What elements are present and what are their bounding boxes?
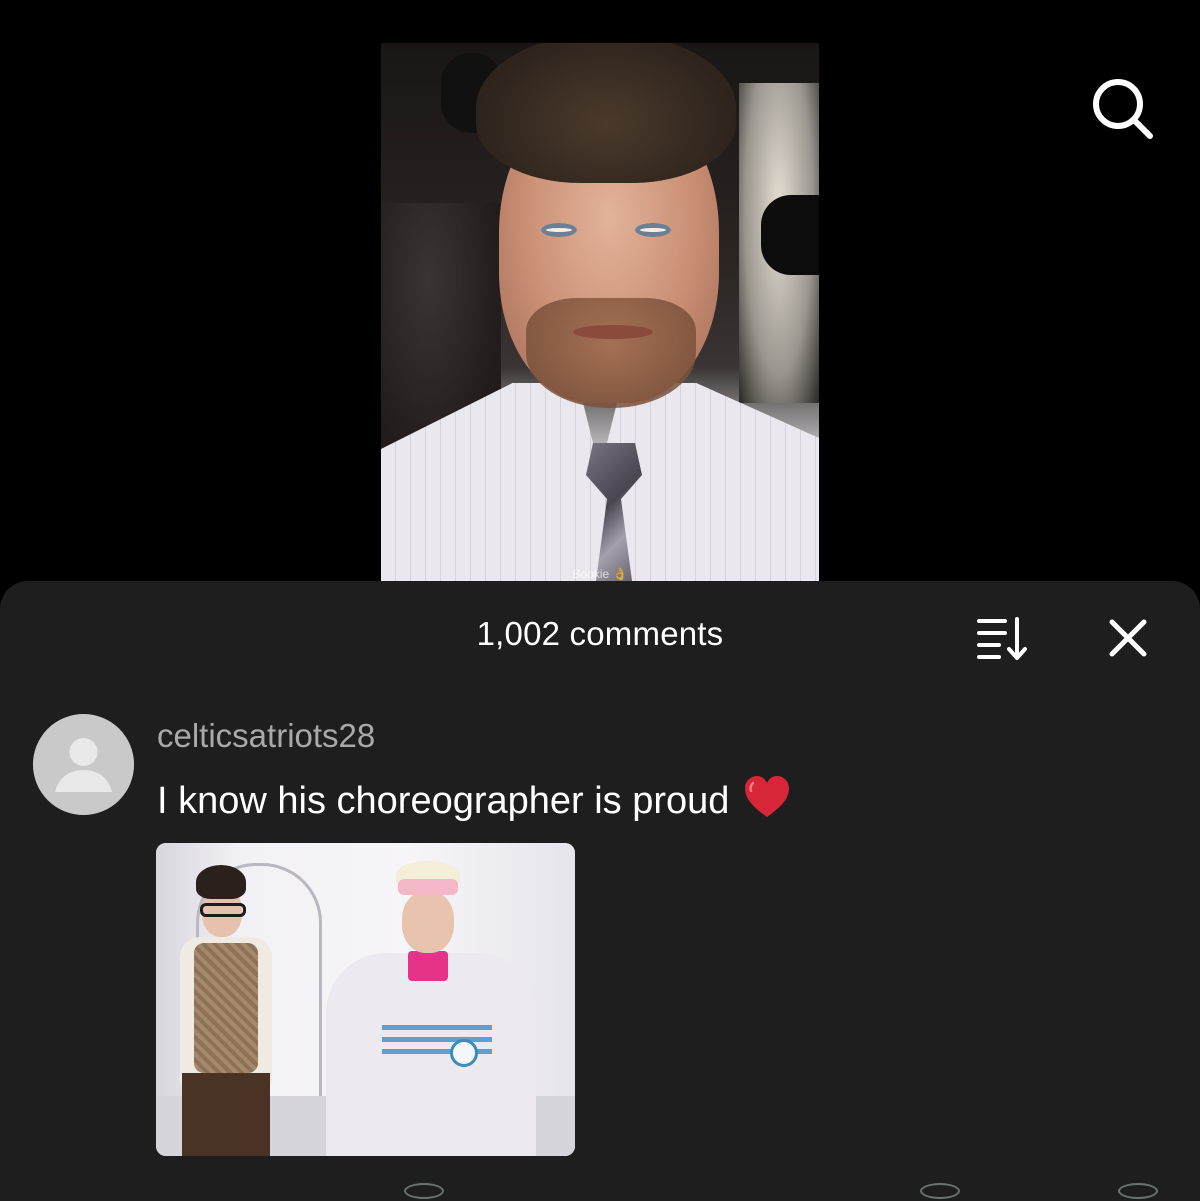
next-row-hint	[404, 1183, 444, 1199]
comment-text: I know his choreographer is proud	[157, 775, 791, 829]
video-player[interactable]: Bookie 👌	[381, 43, 819, 583]
avatar[interactable]	[33, 714, 134, 815]
search-button[interactable]	[1088, 74, 1156, 142]
video-subject-eye	[541, 223, 577, 237]
comment-image-person	[182, 1073, 270, 1156]
comment-image-person	[382, 1037, 492, 1042]
comment-image-person	[382, 1025, 492, 1030]
next-row-hint	[1118, 1183, 1158, 1199]
comment-item: celticsatriots28 I know his choreographe…	[0, 711, 1200, 1171]
comment-image-person	[408, 951, 448, 981]
default-user-icon	[33, 714, 134, 815]
close-icon	[1109, 619, 1147, 657]
comment-image-person	[450, 1039, 478, 1067]
video-subject-mouth	[573, 325, 653, 339]
search-icon	[1093, 79, 1153, 139]
comment-image-person	[398, 879, 458, 895]
video-subject-beard	[526, 298, 696, 408]
comment-text-content: I know his choreographer is proud	[157, 780, 730, 822]
comment-image-person	[200, 903, 246, 917]
comments-sheet: 1,002 comments celticsatriots28 I know h…	[0, 581, 1200, 1201]
comments-header: 1,002 comments	[0, 581, 1200, 691]
next-row-hint	[920, 1183, 960, 1199]
comment-username[interactable]: celticsatriots28	[157, 717, 375, 755]
comment-image-person	[402, 891, 454, 953]
video-background	[761, 195, 819, 275]
comment-image-person	[194, 943, 258, 1073]
video-watermark: Bookie 👌	[572, 567, 628, 581]
sort-button[interactable]	[975, 615, 1033, 661]
video-subject-hair	[476, 43, 736, 183]
close-button[interactable]	[1104, 614, 1152, 662]
comment-image-person	[196, 865, 246, 899]
sort-icon	[977, 617, 1027, 660]
video-subject-eye	[635, 223, 671, 237]
comment-image-person	[326, 953, 536, 1156]
comment-image[interactable]	[156, 843, 575, 1156]
red-heart-icon	[743, 775, 791, 829]
